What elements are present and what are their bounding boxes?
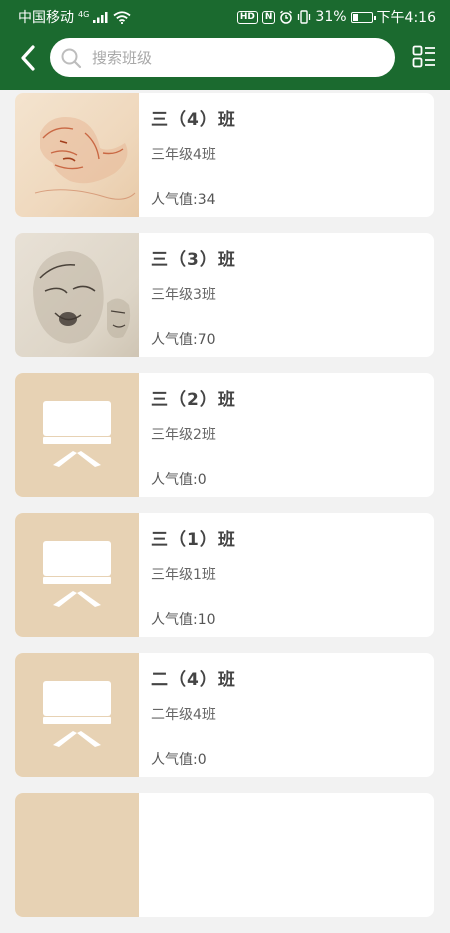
class-card[interactable]: 三（4）班 三年级4班 人气值:34 xyxy=(15,93,434,217)
list-view-button[interactable] xyxy=(412,45,436,69)
battery-icon xyxy=(350,11,376,23)
class-thumbnail-sketch xyxy=(15,93,139,217)
class-thumbnail xyxy=(15,653,139,777)
sketch-image xyxy=(33,251,131,344)
network-label: 4G xyxy=(78,9,90,19)
app-header: 中国移动 4G HD N 31% 下午4:16 搜索班级 xyxy=(0,0,450,90)
class-card[interactable]: 三（3）班 三年级3班 人气值:70 xyxy=(15,233,434,357)
class-popularity: 人气值:10 xyxy=(151,612,216,628)
class-name: 三（1）班 xyxy=(151,530,236,550)
signal-icon xyxy=(93,12,108,23)
class-grade: 二年级4班 xyxy=(151,707,216,723)
class-list: 三（4）班 三年级4班 人气值:34 三（3）班 三年级3班 人气值:70 三（… xyxy=(15,93,434,933)
class-popularity: 人气值:0 xyxy=(151,472,207,488)
battery-fill xyxy=(352,13,358,21)
hd-icon: HD xyxy=(236,10,258,24)
class-thumbnail xyxy=(15,513,139,637)
class-card[interactable]: 三（2）班 三年级2班 人气值:0 xyxy=(15,373,434,497)
search-input[interactable] xyxy=(90,47,364,68)
sketch-image xyxy=(34,117,136,200)
class-grade: 三年级1班 xyxy=(151,567,216,583)
class-thumbnail xyxy=(15,793,139,917)
class-card[interactable]: 二（4）班 二年级4班 人气值:0 xyxy=(15,653,434,777)
class-name: 三（3）班 xyxy=(151,250,236,270)
blackboard-icon xyxy=(43,541,111,607)
wifi-icon xyxy=(113,10,131,24)
search-bar[interactable] xyxy=(50,38,395,77)
vibrate-icon xyxy=(298,10,311,24)
class-thumbnail-sketch xyxy=(15,233,139,357)
status-left: 中国移动 4G xyxy=(18,7,131,27)
carrier-label: 中国移动 xyxy=(18,10,74,26)
class-popularity: 人气值:0 xyxy=(151,752,207,768)
back-arrow-icon xyxy=(21,45,35,71)
nfc-icon: N xyxy=(261,10,276,24)
blackboard-icon xyxy=(43,401,111,467)
class-name: 二（4）班 xyxy=(151,670,236,690)
class-name: 三（4）班 xyxy=(151,110,236,130)
class-thumbnail xyxy=(15,373,139,497)
clock-label: 下午4:16 xyxy=(376,10,436,26)
alarm-icon xyxy=(280,10,293,24)
class-grade: 三年级4班 xyxy=(151,147,216,163)
class-card-partial[interactable] xyxy=(15,793,434,917)
blackboard-icon xyxy=(43,681,111,747)
class-grade: 三年级2班 xyxy=(151,427,216,443)
status-right: HD N 31% 下午4:16 xyxy=(236,7,436,27)
class-card[interactable]: 三（1）班 三年级1班 人气值:10 xyxy=(15,513,434,637)
class-name: 三（2）班 xyxy=(151,390,236,410)
list-view-icon xyxy=(412,45,435,68)
battery-percent: 31% xyxy=(315,9,347,25)
back-button[interactable] xyxy=(10,40,46,76)
search-icon xyxy=(61,48,82,68)
class-grade: 三年级3班 xyxy=(151,287,216,303)
status-bar: 中国移动 4G HD N 31% 下午4:16 xyxy=(0,0,450,32)
class-popularity: 人气值:70 xyxy=(151,332,216,348)
class-popularity: 人气值:34 xyxy=(151,192,216,208)
